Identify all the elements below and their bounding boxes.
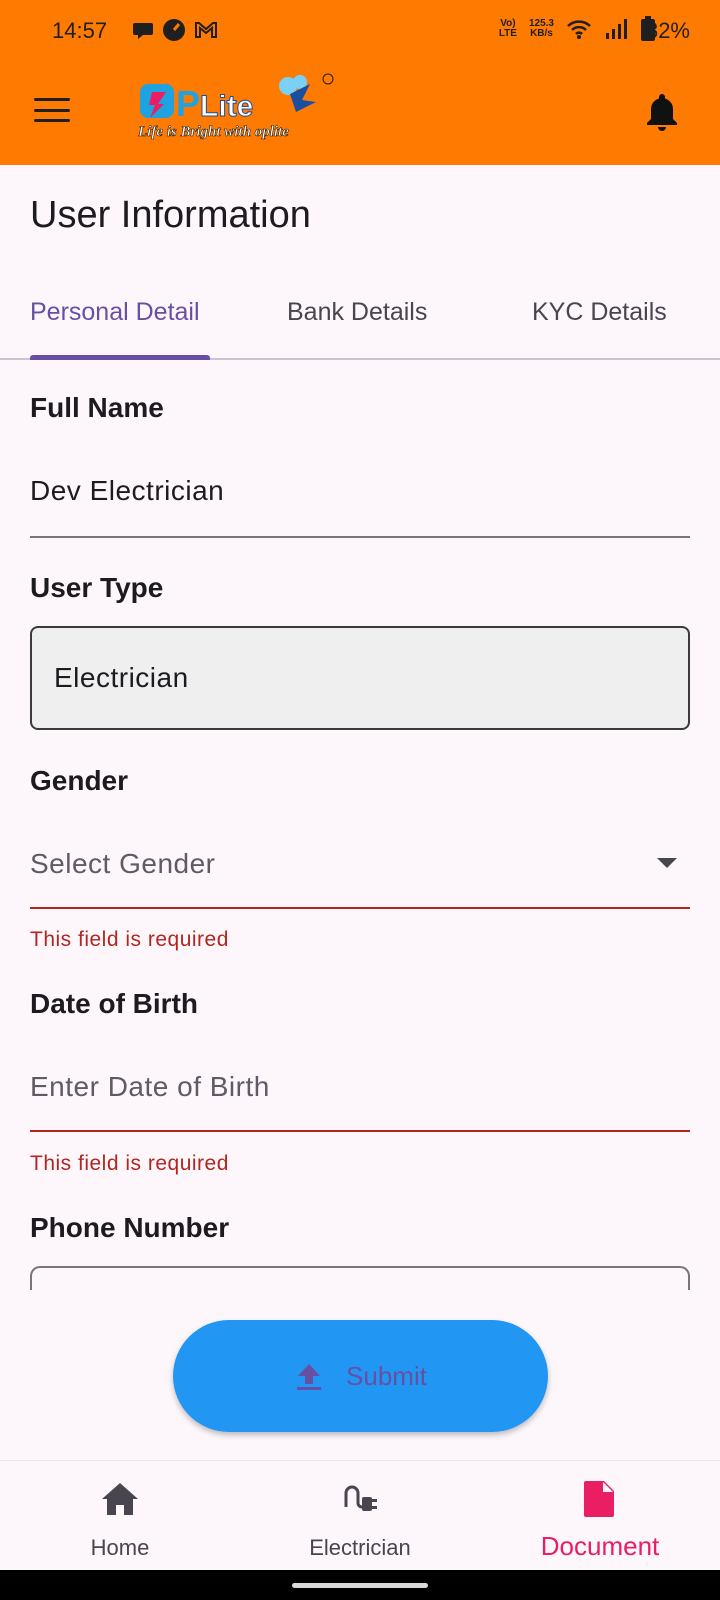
nav-electrician-label: Electrician: [309, 1535, 411, 1560]
user-type-label: User Type: [30, 572, 164, 603]
svg-text:P: P: [176, 83, 200, 124]
gender-error: This field is required: [30, 928, 229, 951]
full-name-label: Full Name: [30, 392, 164, 423]
plug-icon: [344, 1485, 377, 1511]
status-time: 14:57: [52, 18, 108, 43]
gender-dropdown[interactable]: Select Gender: [30, 848, 690, 880]
nav-document[interactable]: Document: [480, 1461, 720, 1571]
signal-icon: [606, 19, 627, 39]
page-title: User Information: [30, 194, 311, 236]
full-name-input[interactable]: Dev Electrician: [30, 475, 690, 507]
volte-icon: Vo) LTE: [498, 18, 517, 39]
status-bar: 14:57 Vo) LTE 125.3 KB/s 82%: [0, 0, 720, 62]
wifi-icon: [567, 20, 591, 39]
menu-icon-line: [34, 98, 70, 101]
menu-icon-line: [34, 108, 70, 112]
dropdown-arrow-icon[interactable]: [657, 858, 677, 868]
menu-icon-line: [34, 119, 70, 122]
user-type-field[interactable]: Electrician: [30, 626, 690, 730]
bottom-navigation: Home Electrician Document: [0, 1460, 720, 1570]
dob-label: Date of Birth: [30, 988, 198, 1019]
nav-electrician[interactable]: Electrician: [240, 1461, 480, 1571]
document-icon: [584, 1481, 614, 1517]
phone-input[interactable]: [30, 1266, 690, 1290]
svg-text:Lite: Lite: [200, 90, 253, 123]
nav-home[interactable]: Home: [0, 1461, 240, 1571]
oplite-logo: P Lite Life is Bright with oplite: [138, 73, 334, 140]
system-icons: Vo) LTE 125.3 KB/s: [499, 16, 656, 42]
tab-kyc-details[interactable]: KYC Details: [532, 298, 667, 327]
nav-document-label: Document: [540, 1531, 660, 1561]
notification-bell-icon[interactable]: [644, 92, 680, 132]
app-bar: 14:57 Vo) LTE 125.3 KB/s 82% P Lite Life…: [0, 0, 720, 165]
gender-underline: [30, 907, 690, 909]
dob-input[interactable]: Enter Date of Birth: [30, 1071, 690, 1103]
gender-label: Gender: [30, 765, 129, 796]
menu-button[interactable]: [34, 95, 70, 125]
chat-icon: [133, 23, 153, 39]
dob-underline: [30, 1130, 690, 1132]
speedometer-icon: [163, 19, 185, 41]
home-indicator[interactable]: [292, 1583, 428, 1588]
notification-icons: [132, 18, 218, 42]
network-speed: 125.3 KB/s: [528, 18, 554, 39]
tab-bar: Personal Detail Bank Details KYC Details: [0, 280, 720, 360]
tab-personal-details[interactable]: Personal Detail: [30, 298, 210, 327]
tab-bank-details[interactable]: Bank Details: [287, 298, 427, 327]
upload-icon: [297, 1364, 322, 1390]
battery-percentage: 82%: [645, 18, 690, 43]
home-icon: [102, 1483, 138, 1515]
tab-indicator: [30, 355, 210, 360]
submit-button[interactable]: Submit: [173, 1320, 548, 1432]
user-type-value: Electrician: [54, 662, 189, 693]
svg-text:Life is Bright with oplite: Life is Bright with oplite: [138, 124, 289, 140]
phone-label: Phone Number: [30, 1212, 230, 1243]
gesture-bar: [0, 1570, 720, 1600]
dob-error: This field is required: [30, 1152, 229, 1175]
gmail-icon: [195, 22, 217, 38]
nav-home-label: Home: [90, 1535, 150, 1560]
submit-label: Submit: [346, 1360, 427, 1391]
full-name-underline: [30, 536, 690, 538]
